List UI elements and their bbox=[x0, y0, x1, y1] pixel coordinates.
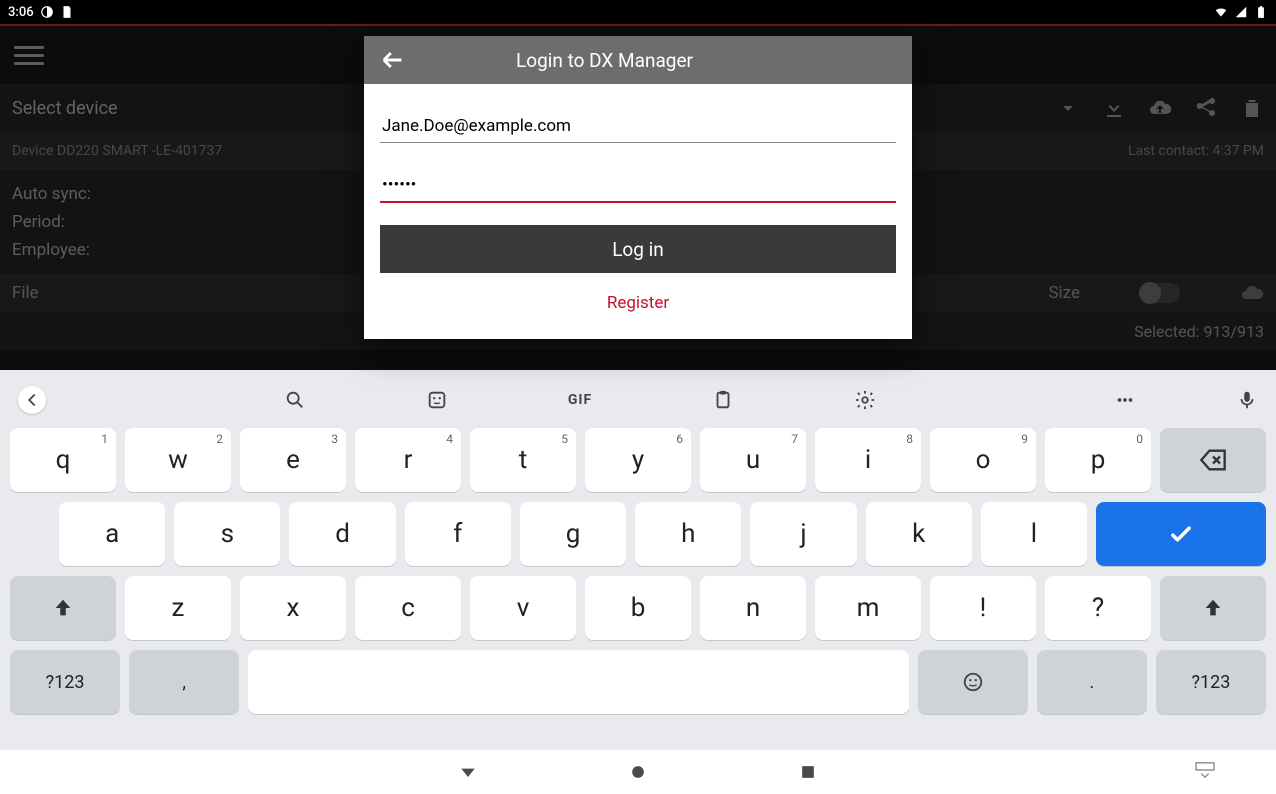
kb-hide-icon[interactable] bbox=[1194, 761, 1216, 783]
password-field-wrap bbox=[380, 165, 896, 203]
symbols-key-right[interactable]: ?123 bbox=[1156, 650, 1266, 714]
key-m[interactable]: m bbox=[815, 576, 921, 640]
key-h[interactable]: h bbox=[635, 502, 741, 566]
login-dialog: Login to DX Manager Log in Register bbox=[364, 36, 912, 339]
status-bar: 3:06 bbox=[0, 0, 1276, 24]
mic-icon[interactable] bbox=[1236, 389, 1258, 411]
keyboard-row-4: ?123,.?123 bbox=[10, 650, 1266, 714]
nav-back-icon[interactable] bbox=[458, 762, 478, 782]
key-o[interactable]: o9 bbox=[930, 428, 1036, 492]
login-button[interactable]: Log in bbox=[380, 225, 896, 273]
dialog-titlebar: Login to DX Manager bbox=[364, 36, 912, 84]
emoji-key[interactable] bbox=[918, 650, 1028, 714]
sd-card-icon bbox=[60, 5, 74, 19]
key-z[interactable]: z bbox=[125, 576, 231, 640]
wifi-icon bbox=[1214, 5, 1228, 19]
key-a[interactable]: a bbox=[59, 502, 165, 566]
kb-collapse-button[interactable] bbox=[18, 386, 46, 414]
nav-home-icon[interactable] bbox=[628, 762, 648, 782]
key-j[interactable]: j bbox=[750, 502, 856, 566]
keyboard-row-2: asdfghjkl bbox=[10, 502, 1266, 566]
key-u[interactable]: u7 bbox=[700, 428, 806, 492]
key-k[interactable]: k bbox=[866, 502, 972, 566]
keyboard-row-1: q1w2e3r4t5y6u7i8o9p0 bbox=[10, 428, 1266, 492]
soft-keyboard: GIF q1w2e3r4t5y6u7i8o9p0 asdfghjkl zxcvb… bbox=[0, 370, 1276, 750]
key-l[interactable]: l bbox=[981, 502, 1087, 566]
nav-recent-icon[interactable] bbox=[798, 762, 818, 782]
comma-key[interactable]: , bbox=[129, 650, 239, 714]
period-key[interactable]: . bbox=[1037, 650, 1147, 714]
space-key[interactable] bbox=[248, 650, 909, 714]
signal-icon bbox=[1234, 5, 1248, 19]
key-v[interactable]: v bbox=[470, 576, 576, 640]
gear-icon[interactable] bbox=[854, 389, 876, 411]
key-n[interactable]: n bbox=[700, 576, 806, 640]
key-d[interactable]: d bbox=[289, 502, 395, 566]
key-t[interactable]: t5 bbox=[470, 428, 576, 492]
key-y[interactable]: y6 bbox=[585, 428, 691, 492]
battery-icon bbox=[1254, 5, 1268, 19]
key-r[interactable]: r4 bbox=[355, 428, 461, 492]
symbols-key-left[interactable]: ?123 bbox=[10, 650, 120, 714]
gif-button[interactable]: GIF bbox=[568, 392, 592, 408]
nav-bar bbox=[0, 750, 1276, 794]
shift-key-right[interactable] bbox=[1160, 576, 1266, 640]
key-i[interactable]: i8 bbox=[815, 428, 921, 492]
status-time: 3:06 bbox=[8, 5, 34, 20]
key-s[interactable]: s bbox=[174, 502, 280, 566]
key-x[interactable]: x bbox=[240, 576, 346, 640]
keyboard-row-3: zxcvbnm!? bbox=[10, 576, 1266, 640]
key-w[interactable]: w2 bbox=[125, 428, 231, 492]
key-e[interactable]: e3 bbox=[240, 428, 346, 492]
clipboard-icon[interactable] bbox=[712, 389, 734, 411]
search-icon[interactable] bbox=[284, 389, 306, 411]
sticker-icon[interactable] bbox=[426, 389, 448, 411]
key-b[interactable]: b bbox=[585, 576, 691, 640]
enter-key[interactable] bbox=[1096, 502, 1266, 566]
email-field-wrap bbox=[380, 106, 896, 143]
key-question[interactable]: ? bbox=[1045, 576, 1151, 640]
key-f[interactable]: f bbox=[405, 502, 511, 566]
shift-key-left[interactable] bbox=[10, 576, 116, 640]
email-field[interactable] bbox=[380, 106, 896, 143]
key-g[interactable]: g bbox=[520, 502, 626, 566]
back-button[interactable] bbox=[378, 46, 406, 74]
backspace-key[interactable] bbox=[1160, 428, 1266, 492]
keyboard-toolbar: GIF bbox=[0, 378, 1276, 422]
password-field[interactable] bbox=[380, 165, 896, 203]
key-q[interactable]: q1 bbox=[10, 428, 116, 492]
more-icon[interactable] bbox=[1114, 389, 1136, 411]
status-icon-generic bbox=[40, 5, 54, 19]
key-exclaim[interactable]: ! bbox=[930, 576, 1036, 640]
key-c[interactable]: c bbox=[355, 576, 461, 640]
dialog-title: Login to DX Manager bbox=[516, 49, 693, 72]
key-p[interactable]: p0 bbox=[1045, 428, 1151, 492]
register-button[interactable]: Register bbox=[380, 273, 896, 319]
